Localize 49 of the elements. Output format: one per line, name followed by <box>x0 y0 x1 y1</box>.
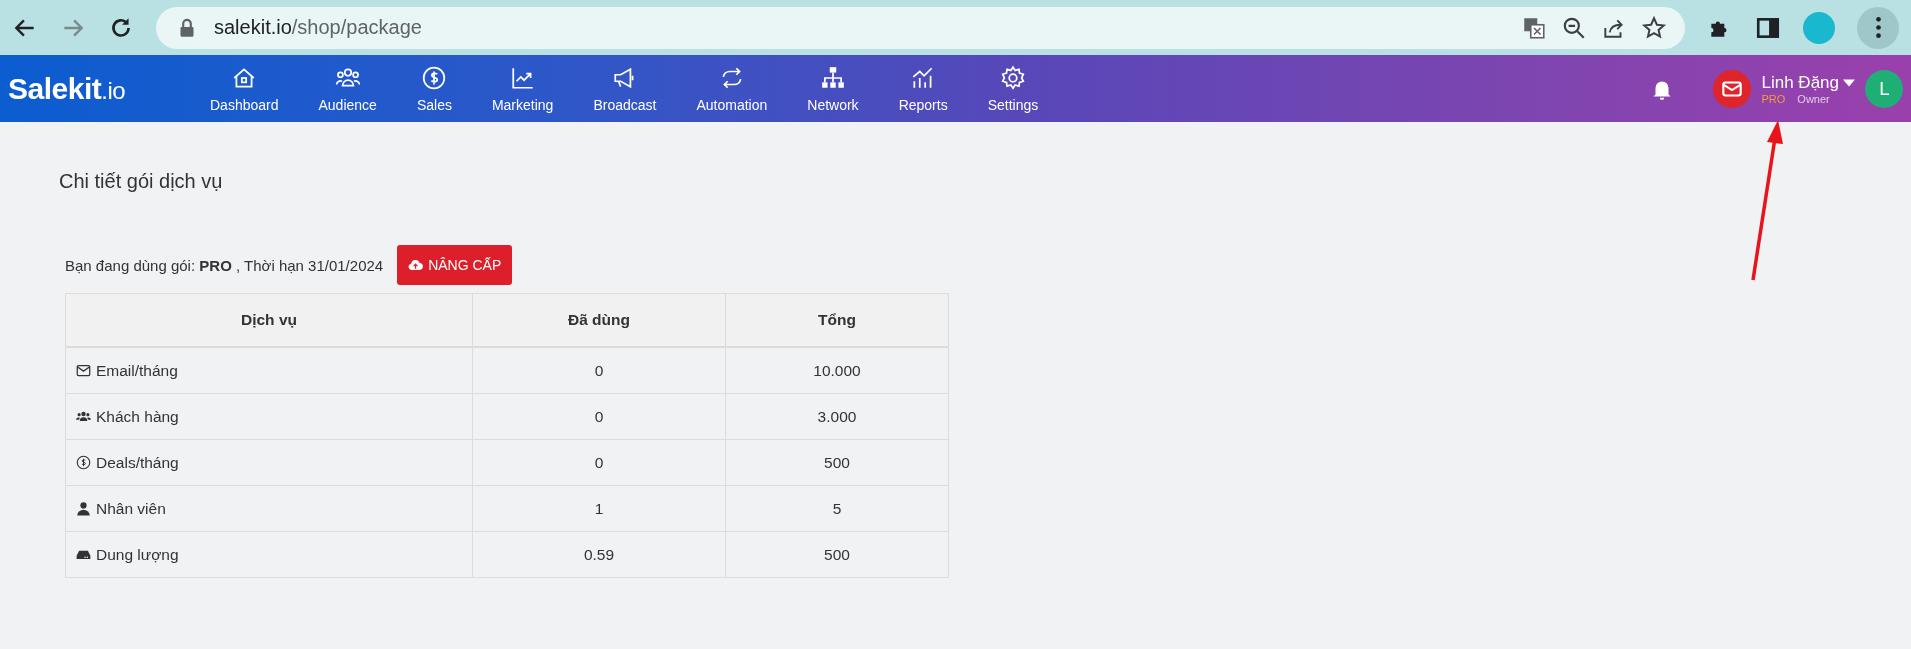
service-name: Dung lượng <box>96 545 179 564</box>
cloud-upload-icon <box>408 257 424 273</box>
table-cell: 3.000 <box>725 393 949 440</box>
table-cell: 1 <box>472 485 726 532</box>
address-bar[interactable]: salekit.io/shop/package <box>156 6 1685 49</box>
url-text: salekit.io/shop/package <box>214 16 422 39</box>
nav-item[interactable]: Reports <box>878 64 968 113</box>
column-header: Tổng <box>725 293 949 347</box>
column-header: Dịch vụ <box>65 293 473 347</box>
plan-info: Bạn đang dùng gói: PRO , Thời hạn 31/01/2024 <box>65 256 384 274</box>
table-cell: 0.59 <box>472 531 726 578</box>
table-cell: 500 <box>725 531 949 578</box>
table-cell: 0 <box>472 393 726 440</box>
service-name: Khách hàng <box>96 407 179 426</box>
service-name: Email/tháng <box>96 361 178 380</box>
service-name: Nhân viên <box>96 499 166 518</box>
role-label: Owner <box>1797 92 1830 105</box>
table-cell: 0 <box>472 439 726 486</box>
caret-icon[interactable] <box>1843 78 1855 87</box>
table-cell: 500 <box>725 439 949 486</box>
gear-icon <box>999 64 1026 91</box>
upgrade-button[interactable]: NÂNG CẤP <box>397 245 513 285</box>
nav-item[interactable]: Sales <box>396 64 472 113</box>
user-name[interactable]: Linh Đặng <box>1761 72 1839 93</box>
page-title: Chi tiết gói dịch vụ <box>59 170 224 193</box>
nav-item[interactable]: Marketing <box>471 64 574 113</box>
mail-button[interactable] <box>1713 69 1752 108</box>
dollar-badge-icon <box>76 455 91 470</box>
column-header: Đã dùng <box>472 293 726 347</box>
logo: Salekit.io <box>8 71 127 106</box>
nav-item[interactable]: Dashboard <box>190 64 299 113</box>
table-cell: 10.000 <box>725 347 949 394</box>
table-cell: 0 <box>472 347 726 394</box>
nav-item[interactable]: Automation <box>676 64 788 113</box>
star-icon[interactable] <box>1641 14 1667 41</box>
envelope-icon <box>76 363 91 378</box>
table-cell: 5 <box>725 485 949 532</box>
person-icon <box>76 501 91 516</box>
sitemap-icon <box>819 64 846 91</box>
menu-button[interactable] <box>1857 6 1899 49</box>
dollar-icon <box>421 64 448 91</box>
users-icon <box>76 409 91 424</box>
nav-item[interactable]: Broadcast <box>573 64 677 113</box>
nav-item[interactable]: Network <box>787 64 879 113</box>
nav-item[interactable]: Settings <box>967 64 1059 113</box>
nav-item[interactable]: Audience <box>298 64 397 113</box>
service-name: Deals/tháng <box>96 453 179 472</box>
menu-icon <box>1875 17 1881 38</box>
plan-label: PRO <box>1761 92 1786 105</box>
